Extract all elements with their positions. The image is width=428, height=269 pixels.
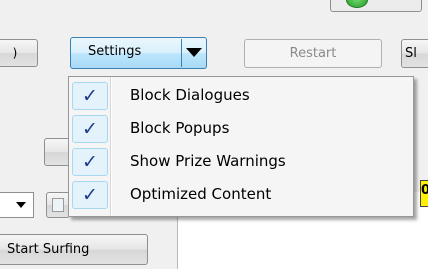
left-partial-button[interactable]: ) — [0, 39, 38, 67]
menu-item-show-prize-warnings[interactable]: ✓ Show Prize Warnings — [72, 147, 410, 177]
checkmark-icon: ✓ — [82, 117, 98, 140]
checkmark-icon: ✓ — [82, 183, 98, 206]
page-icon — [52, 198, 64, 212]
chevron-down-icon[interactable] — [186, 48, 202, 57]
left-partial-button-label: ) — [12, 46, 18, 60]
menu-item-label: Show Prize Warnings — [130, 152, 286, 170]
checkmark-box: ✓ — [72, 148, 108, 176]
settings-split-separator — [181, 39, 182, 67]
right-partial-button-label: Sl — [405, 46, 417, 61]
checkmark-box: ✓ — [72, 82, 108, 110]
start-surfing-button[interactable]: Start Surfing — [0, 234, 148, 265]
restart-button-label: Restart — [289, 46, 337, 61]
right-partial-button[interactable]: Sl — [401, 39, 428, 68]
menu-item-label: Optimized Content — [130, 185, 272, 203]
menu-item-label: Block Dialogues — [130, 86, 250, 104]
checkmark-icon: ✓ — [82, 150, 98, 173]
checkmark-icon: ✓ — [82, 84, 98, 107]
menu-item-block-popups[interactable]: ✓ Block Popups — [72, 114, 410, 144]
indicator-badge-text: 0 — [421, 183, 428, 198]
checkmark-box: ✓ — [72, 181, 108, 209]
checkmark-box: ✓ — [72, 115, 108, 143]
settings-button-label: Settings — [88, 44, 142, 59]
menu-item-label: Block Popups — [130, 119, 230, 137]
top-partial-control[interactable] — [330, 0, 422, 12]
start-surfing-button-label: Start Surfing — [7, 242, 90, 257]
restart-button[interactable]: Restart — [244, 39, 382, 68]
combo-dropdown-icon — [16, 202, 26, 208]
menu-item-optimized-content[interactable]: ✓ Optimized Content — [72, 180, 410, 210]
menu-item-block-dialogues[interactable]: ✓ Block Dialogues — [72, 81, 410, 111]
